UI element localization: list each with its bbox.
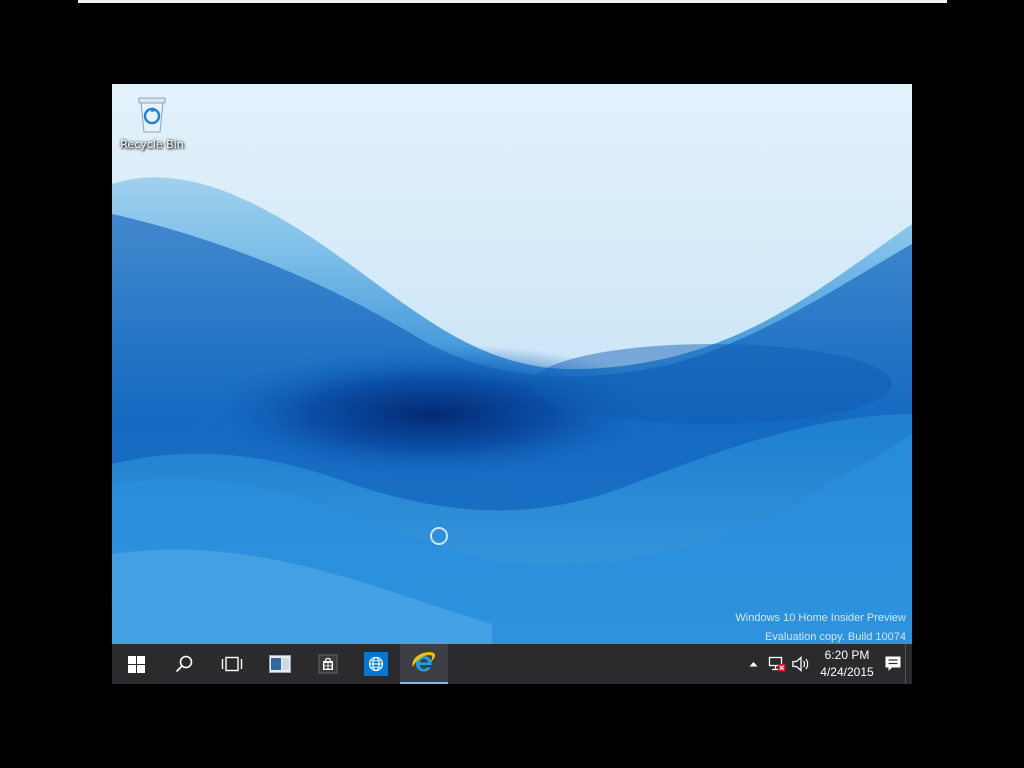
clock-date: 4/24/2015 — [820, 665, 874, 679]
watermark-line-1: Windows 10 Home Insider Preview — [735, 612, 906, 624]
clock-time: 6:20 PM — [824, 648, 870, 662]
top-window-edge — [78, 0, 947, 3]
action-center-icon — [885, 656, 901, 671]
volume-icon — [792, 656, 809, 672]
desktop-icon-label: Recycle Bin — [120, 138, 184, 151]
windows-logo-icon — [127, 655, 145, 673]
network-disconnected-icon — [768, 656, 786, 672]
browser-button[interactable] — [352, 644, 400, 684]
taskbar: 6:20 PM 4/24/2015 — [112, 644, 912, 684]
search-button[interactable] — [160, 644, 208, 684]
internet-explorer-button[interactable] — [400, 644, 448, 684]
show-desktop-button[interactable] — [905, 644, 912, 684]
volume-tray-button[interactable] — [789, 644, 813, 684]
network-tray-button[interactable] — [765, 644, 789, 684]
action-center-button[interactable] — [881, 644, 905, 684]
clock[interactable]: 6:20 PM 4/24/2015 — [813, 647, 881, 681]
busy-spinner — [430, 527, 448, 545]
start-button[interactable] — [112, 644, 160, 684]
wallpaper — [112, 84, 912, 644]
system-tray: 6:20 PM 4/24/2015 — [741, 644, 912, 684]
desktop-icon-recycle-bin[interactable]: Recycle Bin — [118, 92, 186, 151]
internet-explorer-icon — [412, 652, 436, 672]
desktop-screen: Recycle Bin Windows 10 Home Insider Prev… — [112, 84, 912, 684]
store-button[interactable] — [304, 644, 352, 684]
chevron-up-icon — [749, 662, 757, 667]
task-view-icon — [221, 656, 243, 672]
store-icon — [318, 654, 338, 674]
globe-icon — [364, 652, 388, 676]
file-explorer-icon — [269, 655, 291, 673]
recycle-bin-icon — [138, 97, 166, 133]
show-hidden-icons-button[interactable] — [741, 644, 765, 684]
search-icon — [175, 655, 193, 673]
task-view-button[interactable] — [208, 644, 256, 684]
file-explorer-button[interactable] — [256, 644, 304, 684]
build-watermark: Windows 10 Home Insider Preview Evaluati… — [735, 609, 906, 647]
